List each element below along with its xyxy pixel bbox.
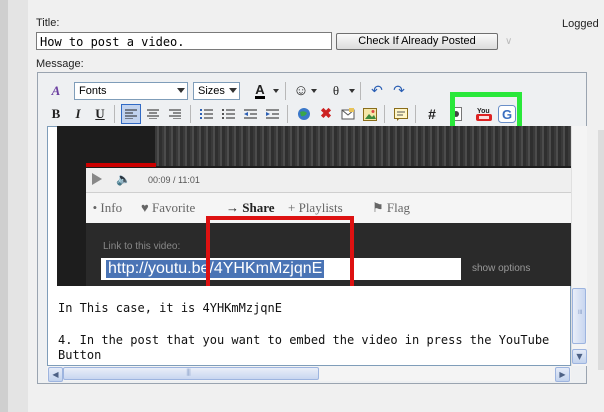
left-margin [8,0,28,412]
toolbar-separator [114,105,115,123]
tab-playlists-label: Playlists [298,200,343,215]
outdent-button[interactable] [240,104,260,124]
grip-icon: ||| [186,368,191,376]
redo-icon[interactable]: ↷ [389,81,409,101]
toolbar-separator [285,82,286,100]
tab-favorite: ♥ Favorite [141,200,195,216]
check-if-posted-button[interactable]: Check If Already Posted [336,33,498,50]
align-left-button[interactable] [121,104,141,124]
plus-icon: + [288,200,296,215]
info-icon: • [90,200,98,215]
title-input[interactable]: How to post a video. [36,32,332,50]
outdent-icon [243,109,257,118]
flag-icon: ⚑ [372,200,384,215]
message-label: Message: [36,58,84,70]
volume-icon: 🔈 [116,172,131,186]
globe-link-icon [298,108,310,120]
chevron-down-icon: ▼ [576,352,583,361]
indent-button[interactable] [262,104,282,124]
body-line-1: In This case, it is 4YHKmMzjqnE [58,301,282,315]
chevron-down-icon: ∨ [505,36,513,47]
tab-flag-label: Flag [386,200,411,215]
remove-format-icon[interactable]: A [46,81,66,101]
attachment-icon[interactable]: θ [326,81,346,101]
italic-button[interactable]: I [68,104,88,124]
toolbar-separator [287,105,288,123]
underline-button[interactable]: U [90,104,110,124]
font-select-value: Fonts [79,85,107,97]
scroll-down-button[interactable]: ▼ [572,349,587,364]
title-label: Title: [36,17,60,29]
play-icon [92,173,102,185]
tab-flag: ⚑ Flag [372,200,410,216]
size-select[interactable]: Sizes [193,82,240,100]
tab-share: → Share [226,200,275,216]
body-line-3: Button [58,348,102,362]
code-tag-button[interactable]: # [422,104,442,124]
share-icon: → [226,200,239,215]
smiley-icon[interactable]: ☺ [291,81,311,101]
insert-email-button[interactable] [338,104,358,124]
heart-icon: ♥ [141,200,149,215]
size-select-value: Sizes [198,85,225,97]
insert-image-button[interactable] [360,104,380,124]
dropdown-arrow-icon[interactable] [349,89,355,93]
scroll-left-button[interactable]: ◀ [48,367,63,382]
align-center-icon [147,109,159,119]
chevron-right-icon: ▶ [559,370,566,379]
left-border [0,0,8,412]
horizontal-scroll-thumb[interactable] [63,367,319,380]
numbered-list-button[interactable] [196,104,216,124]
tab-info-label: Info [100,200,123,215]
toolbar-separator [360,82,361,100]
quote-button[interactable] [391,104,411,124]
tab-share-label: Share [242,200,275,215]
quote-icon [394,107,408,121]
dropdown-arrow-icon [229,88,237,93]
toolbar-separator [415,105,416,123]
show-options-link: show options [472,263,531,274]
tab-playlists: + Playlists [288,200,343,216]
video-id-highlight-annotation [206,216,354,286]
align-left-icon [125,109,137,119]
link-label: Link to this video: [103,241,181,252]
tab-info: • Info [90,200,122,216]
email-icon [341,108,355,120]
toolbar-separator [384,105,385,123]
dropdown-arrow-icon [177,88,185,93]
text-color-icon[interactable]: A [250,81,270,101]
logged-in-text: Logged [562,18,599,30]
grip-icon: ≡ [576,309,584,314]
insert-link-button[interactable] [294,104,314,124]
tab-favorite-label: Favorite [151,200,196,215]
font-select[interactable]: Fonts [74,82,188,100]
scroll-right-button[interactable]: ▶ [555,367,570,382]
video-progress [86,163,156,167]
video-frame [155,126,571,166]
align-right-icon [169,109,181,119]
vertical-scroll-thumb[interactable] [572,288,586,344]
undo-icon[interactable]: ↶ [367,81,387,101]
chevron-left-icon: ◀ [52,370,59,379]
bold-button[interactable]: B [46,104,66,124]
video-time: 00:09 / 11:01 [148,175,200,185]
dropdown-arrow-icon[interactable] [273,89,279,93]
right-edge-panel [598,130,604,370]
body-line-2: 4. In the post that you want to embed th… [58,333,550,347]
image-icon [363,107,377,121]
align-center-button[interactable] [143,104,163,124]
dropdown-arrow-icon[interactable] [311,89,317,93]
bullet-list-icon [221,108,235,119]
toolbar-separator [190,105,191,123]
numbered-list-icon [199,108,213,119]
remove-link-icon[interactable]: ✖ [316,104,336,124]
bullet-list-button[interactable] [218,104,238,124]
align-right-button[interactable] [165,104,185,124]
indent-icon [265,109,279,118]
